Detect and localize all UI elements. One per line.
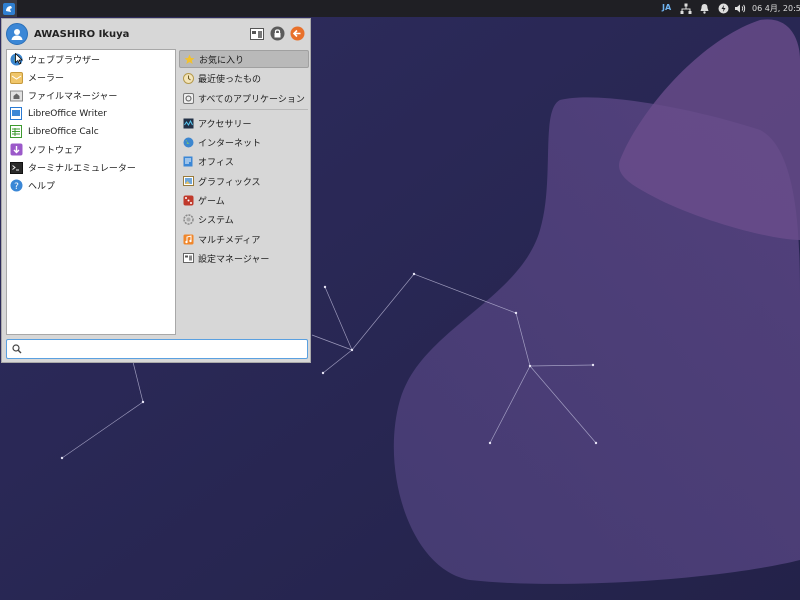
list-item[interactable]: メーラー — [9, 69, 173, 86]
search-icon — [10, 342, 24, 356]
accessories-icon — [182, 117, 194, 129]
system-icon — [182, 213, 194, 225]
software-icon — [9, 143, 23, 157]
office-icon — [182, 155, 194, 167]
category-multimedia[interactable]: マルチメディア — [179, 230, 309, 248]
user-header: AWASHIRO Ikuya — [6, 23, 129, 45]
user-avatar-icon — [11, 29, 23, 40]
list-item[interactable]: ソフトウェア — [9, 141, 173, 158]
xfce-logo-icon — [2, 2, 15, 15]
category-system[interactable]: システム — [179, 210, 309, 228]
category-favorites[interactable]: お気に入り — [179, 50, 309, 68]
category-graphics[interactable]: グラフィックス — [179, 172, 309, 190]
favorites-list: ウェブブラウザー メーラー ファイルマネージャー LibreOffice Wri… — [6, 49, 176, 335]
all-apps-icon — [182, 92, 194, 104]
search-box[interactable] — [6, 339, 308, 359]
svg-text:?: ? — [14, 182, 19, 192]
file-manager-icon — [9, 89, 23, 103]
mouse-pointer-icon — [15, 53, 23, 65]
list-item[interactable]: LibreOffice Calc — [9, 123, 173, 140]
list-item[interactable]: LibreOffice Writer — [9, 105, 173, 122]
search-input[interactable] — [27, 340, 307, 358]
network-icon[interactable] — [679, 2, 693, 16]
application-menu: AWASHIRO Ikuya ウェブブラウザー メーラー ファイルマネージャー — [1, 18, 311, 363]
notification-bell-icon[interactable] — [697, 2, 711, 16]
mail-icon — [9, 71, 23, 85]
category-recent[interactable]: 最近使ったもの — [179, 69, 309, 87]
writer-icon — [9, 107, 23, 121]
category-all-apps[interactable]: すべてのアプリケーション — [179, 89, 309, 107]
list-item[interactable]: ? ヘルプ — [9, 177, 173, 194]
terminal-icon — [9, 161, 23, 175]
settings-manager-icon — [182, 252, 194, 264]
list-item[interactable]: ウェブブラウザー — [9, 51, 173, 68]
multimedia-icon — [182, 233, 194, 245]
category-accessories[interactable]: アクセサリー — [179, 114, 309, 132]
calc-icon — [9, 125, 23, 139]
settings-panel-button[interactable] — [248, 25, 265, 42]
category-office[interactable]: オフィス — [179, 152, 309, 170]
recent-icon — [182, 72, 194, 84]
graphics-icon — [182, 175, 194, 187]
list-item[interactable]: ターミナルエミュレーター — [9, 159, 173, 176]
settings-panel-icon — [249, 27, 264, 40]
volume-icon[interactable] — [733, 2, 747, 16]
star-icon — [183, 53, 195, 65]
games-icon — [182, 194, 194, 206]
internet-icon — [182, 136, 194, 148]
power-icon[interactable] — [716, 2, 730, 16]
logout-icon — [290, 26, 305, 41]
top-panel: JA 06 4月, 20:54 — [0, 0, 800, 17]
list-item[interactable]: ファイルマネージャー — [9, 87, 173, 104]
keyboard-layout-indicator[interactable]: JA — [662, 3, 671, 12]
panel-clock[interactable]: 06 4月, 20:54 — [752, 3, 800, 14]
whisker-menu-button[interactable] — [0, 0, 17, 17]
category-internet[interactable]: インターネット — [179, 133, 309, 151]
category-settings-manager[interactable]: 設定マネージャー — [179, 249, 309, 267]
logout-button[interactable] — [289, 25, 306, 42]
username: AWASHIRO Ikuya — [34, 28, 130, 40]
lock-icon — [270, 26, 285, 41]
avatar — [6, 23, 28, 45]
lock-screen-button[interactable] — [269, 25, 286, 42]
help-icon: ? — [9, 179, 23, 193]
category-games[interactable]: ゲーム — [179, 191, 309, 209]
category-divider — [180, 109, 308, 110]
